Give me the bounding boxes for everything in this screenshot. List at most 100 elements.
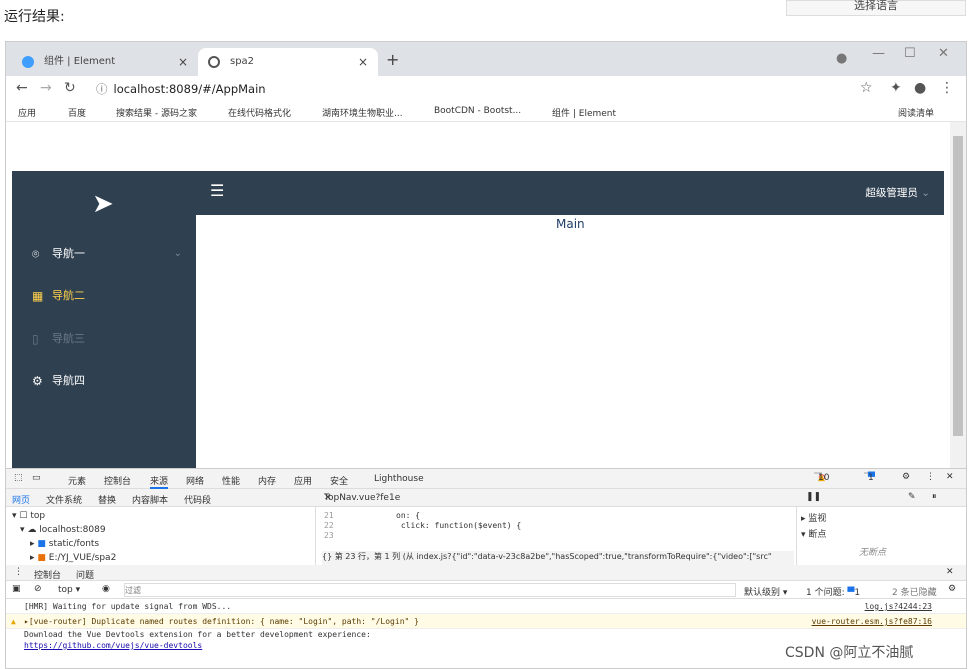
sidebar-item-label: 导航四	[52, 374, 85, 387]
url-field[interactable]: ⓘ localhost:8089/#/AppMain	[96, 78, 876, 100]
sidebar-toggle-icon[interactable]: ▣	[12, 584, 21, 594]
bookmark-hunan[interactable]: 湖南环境生物职业...	[322, 106, 403, 119]
profile-icon[interactable]: ●	[836, 51, 847, 66]
levels-label: 默认级别	[744, 588, 781, 598]
issues-count-button[interactable]: 1 个问题: ▀1	[806, 585, 860, 598]
bookmark-apps[interactable]: 应用	[18, 106, 36, 119]
tab-elements[interactable]: 元素	[68, 474, 86, 487]
tree-item-project[interactable]: ▸ ■ E:/YJ_VUE/spa2	[30, 553, 116, 563]
tab-security[interactable]: 安全	[330, 474, 348, 487]
subtab-content-scripts[interactable]: 内容脚本	[132, 493, 168, 506]
gear-icon[interactable]: ⚙	[902, 472, 910, 482]
tab-performance[interactable]: 性能	[222, 474, 240, 487]
pause-icon[interactable]: ❚❚	[806, 492, 821, 502]
bookmark-bootcdn[interactable]: BootCDN - Bootst...	[434, 106, 521, 116]
bookmark-code-format[interactable]: 在线代码格式化	[228, 106, 291, 119]
code-line: 22 click: function($event) {	[324, 521, 784, 531]
sidebar-item-nav3[interactable]: ▯ 导航三	[12, 318, 196, 360]
menu-fold-icon[interactable]: ☰	[210, 181, 224, 200]
clear-console-icon[interactable]: ⊘	[34, 584, 42, 594]
star-icon[interactable]: ☆	[860, 80, 873, 96]
close-icon[interactable]: ✕	[324, 493, 332, 503]
watch-section[interactable]: ▸ 监视	[801, 511, 826, 524]
sidebar-item-nav4[interactable]: ⚙ 导航四	[12, 360, 196, 402]
minimize-icon[interactable]: —	[872, 46, 885, 61]
new-tab-button[interactable]: +	[386, 50, 399, 69]
language-select-button[interactable]: 选择语言	[786, 0, 966, 16]
forward-icon[interactable]: →	[40, 80, 52, 96]
back-icon[interactable]: ←	[16, 80, 28, 96]
source-link[interactable]: log.js?4244:23	[865, 599, 932, 614]
close-window-icon[interactable]: ✕	[938, 46, 949, 61]
issues-badge[interactable]: ▀ 1	[864, 472, 875, 483]
reload-icon[interactable]: ↻	[64, 80, 76, 96]
close-drawer-icon[interactable]: ✕	[946, 567, 954, 577]
context-select[interactable]: top ▾	[58, 585, 80, 595]
tab-sources[interactable]: 来源	[150, 474, 169, 489]
account-icon[interactable]: ●	[914, 80, 926, 96]
sidebar-item-nav1[interactable]: ⌾ 导航一 ⌄	[12, 233, 196, 275]
tree-item-fonts[interactable]: ▸ ■ static/fonts	[30, 539, 99, 549]
tab-console[interactable]: 控制台	[104, 474, 131, 487]
eye-icon[interactable]: ◉	[102, 584, 110, 594]
drawer-menu-icon[interactable]: ⋮	[14, 567, 23, 577]
device-icon[interactable]: ▭	[32, 473, 41, 483]
document-icon: ▯	[32, 332, 39, 346]
close-tab-icon[interactable]: ×	[178, 48, 188, 76]
log-levels-select[interactable]: 默认级别 ▾	[744, 585, 787, 598]
grid-icon: ▦	[32, 289, 44, 303]
more-icon[interactable]: ⋮	[926, 472, 935, 482]
tab-network[interactable]: 网络	[186, 474, 204, 487]
chevron-down-icon: ⌄	[921, 187, 930, 199]
reading-list[interactable]: 阅读清单	[898, 106, 934, 119]
drawer-tab-issues[interactable]: 问题	[76, 568, 94, 581]
deactivate-breakpoints-icon[interactable]: ✎	[908, 492, 916, 502]
subtab-overrides[interactable]: 替换	[98, 493, 116, 506]
folder-icon: ■	[37, 539, 46, 549]
pause-exceptions-icon[interactable]: ⏸	[932, 492, 937, 502]
tree-item-host[interactable]: ▾ ☁ localhost:8089	[20, 525, 106, 535]
bookmark-element[interactable]: 组件 | Element	[552, 106, 616, 119]
pretty-print-icon[interactable]: {}	[322, 552, 332, 561]
user-dropdown[interactable]: 超级管理员 ⌄	[865, 185, 930, 200]
subtab-filesystem[interactable]: 文件系统	[46, 493, 82, 506]
maximize-icon[interactable]: ☐	[904, 46, 916, 61]
source-link[interactable]: vue-router.esm.js?fe87:16	[812, 614, 932, 629]
bookmark-baidu[interactable]: 百度	[68, 106, 86, 119]
more-icon[interactable]: ⋮	[940, 80, 954, 96]
subtab-page[interactable]: 网页	[12, 493, 30, 506]
code-editor[interactable]: 21 on: { 22 click: function($event) { 23	[324, 511, 784, 545]
tree-item-top[interactable]: ▾ ☐ top	[12, 511, 45, 521]
editor-status: {} 第 23 行，第 1 列 (从 index.js?{"id":"data-…	[322, 551, 794, 565]
breakpoints-section[interactable]: ▾ 断点	[801, 527, 826, 540]
tab-label: spa2	[230, 56, 255, 67]
message-text: Download the Vue Devtools extension for …	[24, 630, 371, 639]
location-icon: ⌾	[32, 247, 40, 261]
bookmark-source-search[interactable]: 搜索结果 - 源码之家	[116, 106, 197, 119]
extensions-icon[interactable]: ✦	[890, 80, 902, 96]
tree-label: E:/YJ_VUE/spa2	[48, 553, 117, 563]
sidebar-item-nav2[interactable]: ▦ 导航二	[12, 275, 196, 317]
error-warning-badge[interactable]: ⊗ 10 ▲ 1	[814, 472, 829, 483]
tab-memory[interactable]: 内存	[258, 474, 276, 487]
tree-label: localhost:8089	[39, 525, 106, 535]
chevron-down-icon: ⌄	[173, 248, 182, 259]
close-tab-icon[interactable]: ×	[358, 48, 368, 76]
tab-element[interactable]: 组件 | Element ×	[12, 48, 198, 76]
inspect-icon[interactable]: ⬚	[14, 473, 23, 483]
console-toolbar: ▣ ⊘ top ▾ ◉ 默认级别 ▾ 1 个问题: ▀1 2 条已隐藏 ⚙	[6, 581, 966, 599]
drawer-tab-console[interactable]: 控制台	[34, 568, 61, 581]
scrollbar-thumb[interactable]	[953, 136, 963, 436]
tab-spa2[interactable]: spa2 ×	[198, 48, 378, 76]
close-icon[interactable]: ✕	[946, 472, 954, 482]
section-label: 监视	[808, 514, 827, 524]
tab-lighthouse[interactable]: Lighthouse	[374, 474, 424, 484]
tab-application[interactable]: 应用	[294, 474, 312, 487]
subtab-snippets[interactable]: 代码段	[184, 493, 211, 506]
page-scrollbar[interactable]	[950, 122, 966, 468]
code-text: on: {	[396, 511, 421, 520]
console-warning: ▲ ▸[vue-router] Duplicate named routes de…	[6, 614, 966, 629]
caption: 运行结果:	[4, 9, 65, 25]
console-filter-input[interactable]	[124, 583, 736, 597]
console-settings-icon[interactable]: ⚙	[948, 584, 956, 594]
